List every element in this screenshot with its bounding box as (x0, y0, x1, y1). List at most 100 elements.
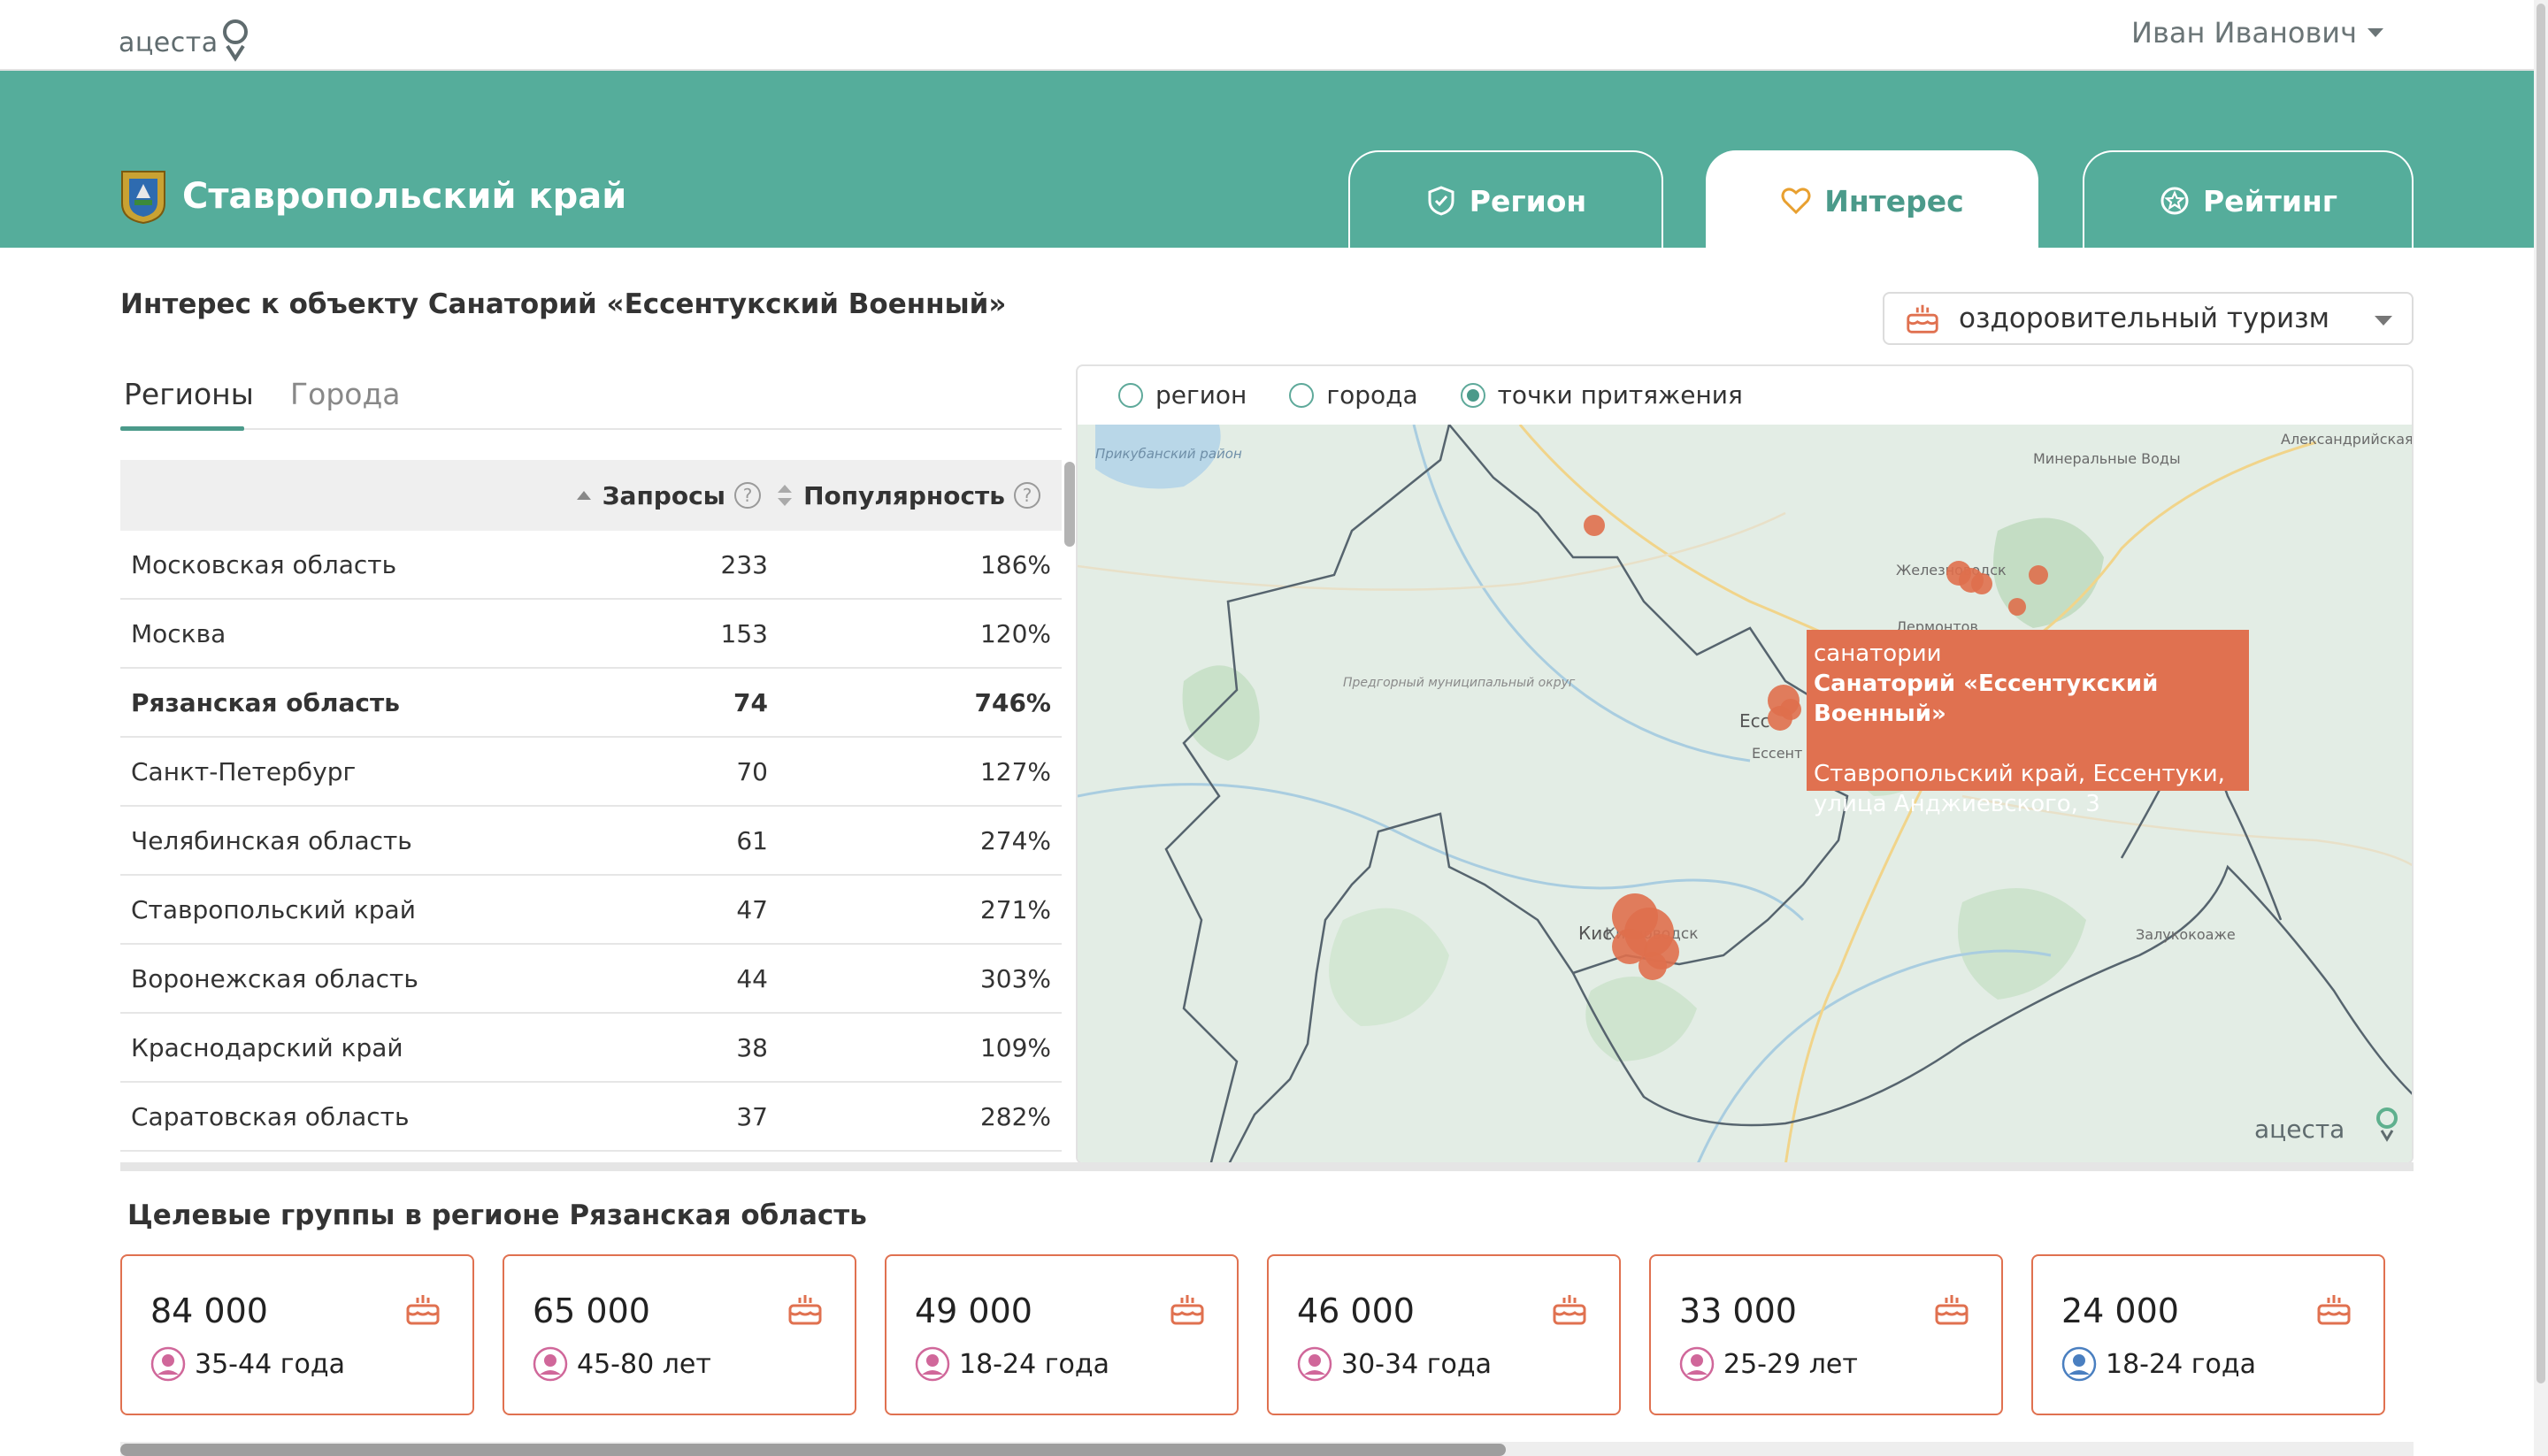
group-count: 65 000 (533, 1291, 650, 1330)
star-badge-icon (2160, 187, 2189, 215)
map-label: Александрийская (2281, 431, 2414, 448)
target-group-card[interactable]: 46 000 30-34 года (1267, 1254, 1621, 1415)
group-age-label: 18-24 года (2106, 1348, 2256, 1380)
cell-popularity: 271% (979, 895, 1051, 924)
radio-cities[interactable]: города (1289, 380, 1418, 410)
tab-region[interactable]: Регион (1348, 150, 1663, 249)
horizontal-scrollbar-thumb[interactable] (120, 1444, 1506, 1456)
map-label: Минеральные Воды (2033, 450, 2181, 467)
cell-requests: 74 (733, 688, 768, 717)
table-row[interactable]: Воронежская область 44 303% (120, 945, 1062, 1014)
help-icon[interactable]: ? (734, 482, 761, 509)
female-avatar-icon (915, 1346, 950, 1382)
cake-icon (406, 1295, 440, 1325)
radio-attractions[interactable]: точки притяжения (1460, 380, 1743, 410)
horizontal-scrollbar[interactable] (120, 1442, 2414, 1456)
group-age-label: 35-44 года (195, 1348, 345, 1380)
radio-region[interactable]: регион (1118, 380, 1247, 410)
user-menu[interactable]: Иван Иванович (2131, 16, 2383, 50)
radio-cities-label: города (1326, 380, 1418, 410)
subtab-active-indicator (120, 426, 244, 431)
subtab-cities-label: Города (290, 377, 401, 411)
heart-icon (1781, 188, 1811, 215)
tab-rating[interactable]: Рейтинг (2083, 150, 2414, 249)
target-group-card[interactable]: 84 000 35-44 года (120, 1254, 474, 1415)
tourism-type-value: оздоровительный туризм (1959, 303, 2329, 334)
map-label: Прикубанский район (1095, 446, 1242, 462)
radio-circle-icon (1289, 382, 1315, 408)
cell-requests: 47 (736, 895, 768, 924)
app-logo[interactable]: ацеста (119, 9, 250, 62)
subtab-cities[interactable]: Города (290, 377, 401, 411)
sort-icon (778, 485, 793, 506)
group-count: 24 000 (2061, 1291, 2179, 1330)
logo-text: ацеста (119, 27, 219, 58)
map-watermark-logo: ацеста (2254, 1115, 2345, 1144)
cell-popularity: 127% (979, 757, 1051, 786)
cake-icon (2317, 1295, 2351, 1325)
page-scrollbar-thumb[interactable] (2536, 4, 2545, 1383)
group-age: 18-24 года (915, 1346, 1109, 1382)
table-row[interactable]: Москва 153 120% (120, 600, 1062, 669)
user-name: Иван Иванович (2131, 16, 2357, 50)
list-subtabs: Регионы Города (120, 372, 1062, 431)
map-label: Предгорный муниципальный округ (1343, 676, 1576, 690)
column-requests[interactable]: Запросы ? (574, 460, 761, 531)
cell-popularity: 109% (979, 1033, 1051, 1062)
cell-requests: 61 (736, 826, 768, 855)
chevron-down-icon (2375, 316, 2392, 326)
table-row[interactable]: Ставропольский край 47 271% (120, 876, 1062, 945)
cell-popularity: 303% (979, 964, 1051, 993)
table-row[interactable]: Челябинская область 61 274% (120, 807, 1062, 876)
target-group-card[interactable]: 24 000 18-24 года (2031, 1254, 2385, 1415)
target-group-card[interactable]: 49 000 18-24 года (885, 1254, 1239, 1415)
radio-attractions-label: точки притяжения (1497, 380, 1743, 410)
cell-requests: 153 (720, 619, 768, 648)
cell-region: Челябинская область (131, 826, 412, 855)
radio-circle-icon (1460, 382, 1485, 408)
target-group-card[interactable]: 65 000 45-80 лет (503, 1254, 856, 1415)
group-count: 33 000 (1679, 1291, 1797, 1330)
column-popularity[interactable]: Популярность ? (775, 460, 1040, 531)
cake-icon (1907, 304, 1938, 333)
tab-interest[interactable]: Интерес (1706, 150, 2038, 249)
table-scrollbar[interactable] (1062, 460, 1076, 1159)
group-age: 45-80 лет (533, 1346, 711, 1382)
top-bar: ацеста Иван Иванович (0, 0, 2534, 71)
table-scrollbar-thumb[interactable] (1064, 462, 1075, 547)
region-title: Ставропольский край (119, 168, 626, 225)
table-row[interactable]: Московская область 233 186% (120, 531, 1062, 600)
content-divider-scrollbar (120, 1162, 2414, 1171)
cell-requests: 70 (736, 757, 768, 786)
table-row[interactable]: Санкт-Петербург 70 127% (120, 738, 1062, 807)
group-age: 30-34 года (1297, 1346, 1492, 1382)
cell-region: Санкт-Петербург (131, 757, 357, 786)
table-header: Запросы ? Популярность ? (120, 460, 1062, 531)
radio-region-label: регион (1155, 380, 1247, 410)
table-row[interactable]: Краснодарский край 38 109% (120, 1014, 1062, 1083)
cell-region: Саратовская область (131, 1102, 410, 1131)
group-count: 49 000 (915, 1291, 1032, 1330)
subtab-regions-label: Регионы (124, 377, 254, 411)
group-age-label: 25-29 лет (1723, 1348, 1858, 1380)
tab-region-label: Регион (1469, 183, 1587, 218)
region-crest-icon (121, 171, 165, 225)
page-scrollbar[interactable] (2534, 0, 2548, 1456)
table-row-selected[interactable]: Рязанская область 74 746% (120, 669, 1062, 738)
tab-rating-label: Рейтинг (2203, 183, 2337, 218)
table-row[interactable]: Саратовская область 37 282% (120, 1083, 1062, 1152)
group-age-label: 45-80 лет (577, 1348, 711, 1380)
section-title: Интерес к объекту Санаторий «Ессентукски… (120, 288, 1007, 320)
cake-icon (1553, 1295, 1586, 1325)
help-icon[interactable]: ? (1014, 482, 1040, 509)
cell-popularity: 120% (979, 619, 1051, 648)
male-avatar-icon (2061, 1346, 2097, 1382)
regions-table: Запросы ? Популярность ? Московская обла… (120, 460, 1062, 1152)
group-age-label: 18-24 года (959, 1348, 1109, 1380)
chevron-down-icon (2368, 28, 2383, 37)
tab-interest-label: Интерес (1824, 183, 1964, 218)
target-group-card[interactable]: 33 000 25-29 лет (1649, 1254, 2003, 1415)
female-avatar-icon (1679, 1346, 1715, 1382)
tourism-type-select[interactable]: оздоровительный туризм (1883, 292, 2414, 345)
subtab-regions[interactable]: Регионы (124, 377, 254, 411)
